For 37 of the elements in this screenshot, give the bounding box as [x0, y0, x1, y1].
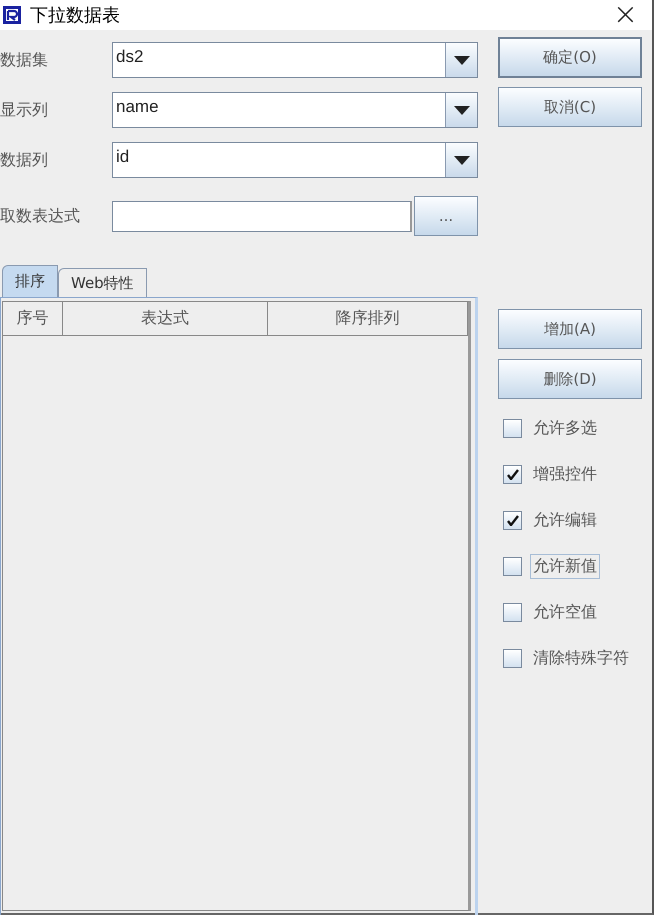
checkbox-label[interactable]: 允许新值	[530, 554, 600, 578]
checkbox[interactable]	[503, 418, 522, 438]
tab[interactable]: Web特性	[58, 268, 147, 297]
dropdown[interactable]: id	[112, 142, 478, 178]
dropdown-button[interactable]	[445, 143, 477, 177]
checkbox-label[interactable]: 清除特殊字符	[530, 646, 632, 670]
tab[interactable]: 排序	[2, 265, 58, 297]
action-button[interactable]: 删除(D)	[498, 359, 642, 399]
field-label: 显示列	[0, 100, 49, 120]
close-button[interactable]: ×	[604, 0, 646, 30]
field-label: 取数表达式	[0, 206, 81, 226]
dropdown[interactable]: ds2	[112, 42, 478, 78]
dropdown-button[interactable]	[445, 43, 477, 77]
dropdown[interactable]: name	[112, 92, 478, 128]
window-title: 下拉数据表	[30, 4, 121, 27]
checkbox-label[interactable]: 允许编辑	[530, 508, 600, 532]
dialog-button[interactable]: 确定(O)	[498, 37, 642, 78]
checkbox[interactable]	[503, 464, 522, 484]
caret-down-icon	[454, 56, 470, 64]
checkbox[interactable]	[503, 510, 522, 530]
caret-down-icon	[454, 156, 470, 164]
check-icon	[506, 514, 518, 526]
checkbox-label[interactable]: 允许多选	[530, 416, 600, 440]
checkbox[interactable]	[503, 602, 522, 622]
caret-down-icon	[454, 106, 470, 114]
input-field[interactable]	[112, 200, 412, 232]
action-button[interactable]: 增加(A)	[498, 309, 642, 349]
field-label: 数据列	[0, 150, 49, 170]
dialog-button[interactable]: 取消(C)	[498, 87, 642, 127]
checkbox-label[interactable]: 增强控件	[530, 462, 600, 486]
browse-button[interactable]: ...	[414, 196, 478, 236]
checkbox[interactable]	[503, 556, 522, 576]
checkbox[interactable]	[503, 648, 522, 668]
check-icon	[506, 468, 518, 480]
dropdown-button[interactable]	[445, 93, 477, 127]
field-label: 数据集	[0, 50, 49, 70]
checkbox-label[interactable]: 允许空值	[530, 600, 600, 624]
